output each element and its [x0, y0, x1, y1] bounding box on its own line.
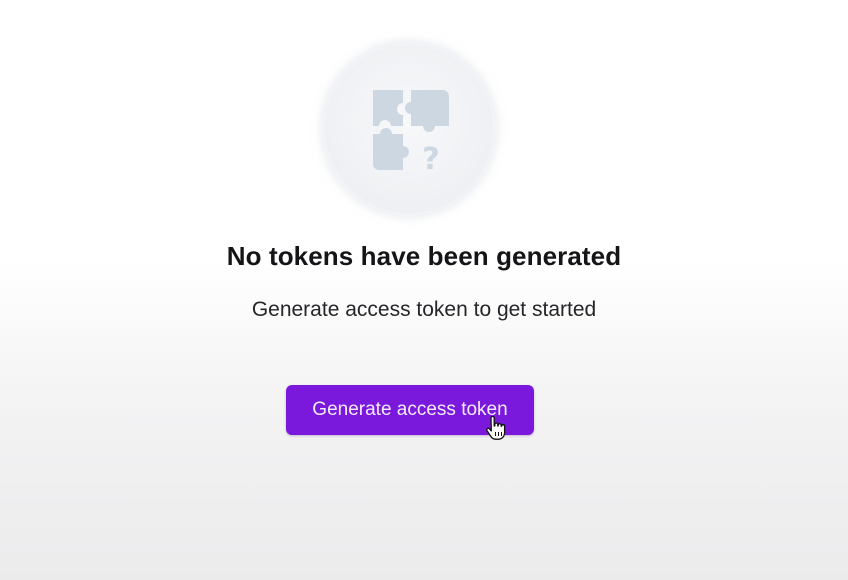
empty-state: ? No tokens have been generated Generate…: [0, 0, 848, 580]
illustration: ?: [325, 45, 493, 213]
puzzle-question-icon: ?: [373, 90, 449, 177]
hand-pointer-icon: [486, 416, 506, 440]
svg-text:?: ?: [422, 142, 439, 177]
empty-state-subtitle: Generate access token to get started: [251, 298, 597, 321]
empty-state-title: No tokens have been generated: [226, 241, 622, 271]
